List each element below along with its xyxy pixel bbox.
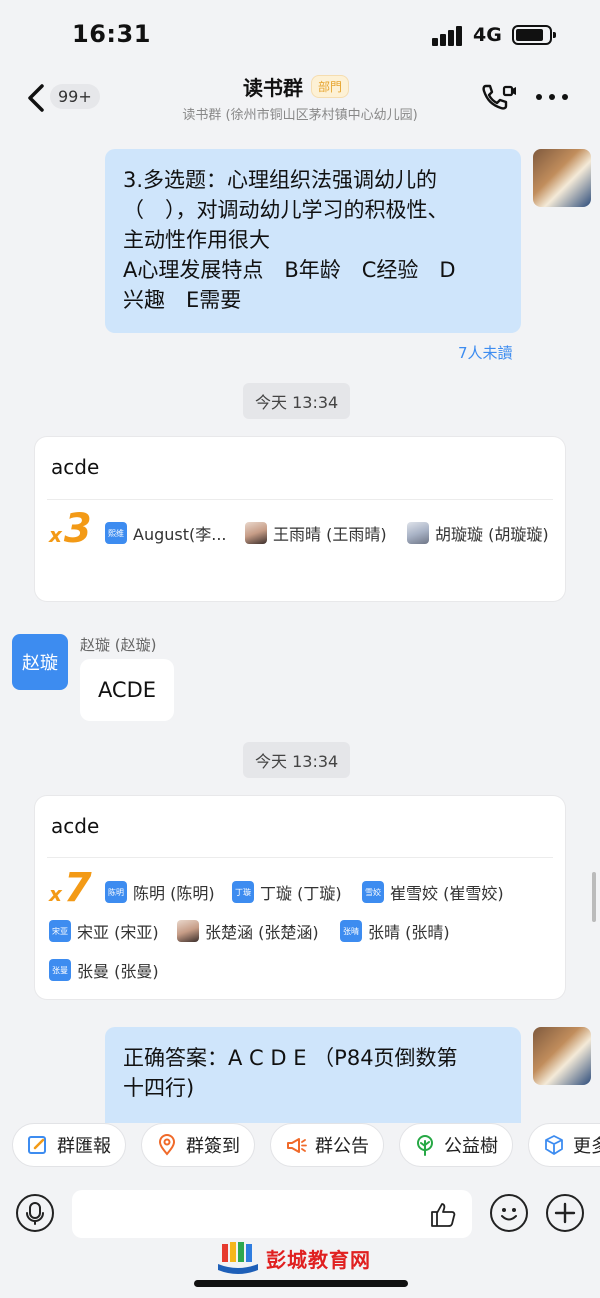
voter-item[interactable]: 张楚涵 (张楚涵) [177,919,319,943]
group-checkin-button[interactable]: 群簽到 [141,1123,255,1167]
message-line: 十四行) [123,1076,195,1100]
solitaire-card[interactable]: acde x3 熙维 August(李... 王雨晴 (王雨晴) 胡璇璇 (胡璇… [35,437,565,601]
watermark-text: 彭城教育网 [266,1247,371,1272]
card-title: acde [51,455,100,479]
voter-name: 丁璇 (丁璇) [260,884,342,903]
voter-item[interactable]: 王雨晴 (王雨晴) [245,521,387,545]
voter-avatar [407,522,429,544]
read-status[interactable]: 7人未讀 [458,342,513,363]
voice-button[interactable] [16,1194,54,1232]
more-actions-button[interactable]: 更多 [528,1123,600,1167]
department-tag: 部門 [311,75,350,98]
voter-name: August(李... [133,525,227,544]
watermark: 彭城教育网 [216,1240,371,1276]
message-input[interactable] [72,1190,472,1238]
voter-name: 张晴 (张晴) [368,923,450,942]
voter-item[interactable]: 丁璇 丁璇 (丁璇) [232,880,342,904]
divider [47,499,553,500]
charity-tree-button[interactable]: 公益樹 [399,1123,513,1167]
thumbs-up-icon[interactable] [428,1200,458,1230]
voter-avatar: 张晴 [340,920,362,942]
incoming-message[interactable]: ACDE [80,659,174,721]
voter-item[interactable]: 陈明 陈明 (陈明) [105,880,215,904]
answer-message[interactable]: 正确答案：A C D E （P84页倒数第 十四行) [105,1027,521,1123]
reply-count: x3 [49,506,92,552]
voter-item[interactable]: 张晴 张晴 (张晴) [340,919,450,943]
cube-icon [545,1135,563,1155]
book-logo-icon [218,1242,258,1274]
plus-icon [554,1202,576,1224]
voter-avatar: 宋亚 [49,920,71,942]
voter-name: 张楚涵 (张楚涵) [205,923,319,942]
voter-avatar: 陈明 [105,881,127,903]
sender-name: 赵璇 (赵璇) [80,636,157,654]
scrollbar[interactable] [592,872,596,922]
location-pin-icon [158,1134,176,1156]
status-bar: 16:31 4G [0,0,600,68]
chat-title-group[interactable]: 读书群 部門 [243,72,350,101]
battery-icon [512,25,556,45]
quick-action-label: 公益樹 [444,1136,498,1157]
voter-avatar: 雪姣 [362,881,384,903]
megaphone-icon [287,1138,307,1153]
card-title: acde [51,814,100,838]
message-line: 兴趣 E需要 [123,288,242,312]
voter-name: 胡璇璇 (胡璇璇) [435,525,549,544]
quick-action-label: 群公告 [315,1136,369,1157]
self-avatar[interactable] [533,1027,591,1085]
quick-actions: 群匯報 群簽到 群公告 公益樹 更多 [0,1123,600,1169]
voter-name: 崔雪姣 (崔雪姣) [390,884,504,903]
reply-count: x7 [49,865,92,911]
voter-item[interactable]: 张曼 张曼 (张曼) [49,958,159,982]
voter-name: 宋亚 (宋亚) [77,923,159,942]
timestamp: 今天 13:34 [243,383,351,419]
status-time: 16:31 [72,20,151,48]
chat-title: 读书群 [243,76,303,100]
voter-item[interactable]: 雪姣 崔雪姣 (崔雪姣) [362,880,504,904]
voter-item[interactable]: 胡璇璇 (胡璇璇) [407,521,549,545]
voter-avatar: 熙维 [105,522,127,544]
message-line: （ ），对调动幼儿学习的积极性、 [123,198,449,222]
question-message[interactable]: 3.多选题：心理组织法强调幼儿的 （ ），对调动幼儿学习的积极性、 主动性作用很… [105,149,521,333]
quick-action-label: 群匯報 [57,1136,111,1157]
more-icon[interactable] [536,94,568,102]
emoji-button[interactable] [490,1194,528,1232]
signal-icon [432,26,464,46]
message-line: 正确答案：A C D E （P84页倒数第 [123,1046,458,1070]
voter-item[interactable]: 宋亚 宋亚 (宋亚) [49,919,159,943]
sender-avatar[interactable]: 赵璇 [12,634,68,690]
home-indicator[interactable] [194,1280,408,1287]
voter-avatar [245,522,267,544]
voter-avatar: 丁璇 [232,881,254,903]
self-avatar[interactable] [533,149,591,207]
smiley-icon [501,1208,517,1221]
network-label: 4G [473,24,502,46]
quick-action-label: 更多 [573,1136,600,1157]
add-button[interactable] [546,1194,584,1232]
voter-name: 张曼 (张曼) [77,962,159,981]
call-icon[interactable] [480,82,516,112]
divider [47,857,553,858]
quick-action-label: 群簽到 [186,1136,240,1157]
microphone-icon [26,1202,44,1225]
timestamp: 今天 13:34 [243,742,351,778]
solitaire-card[interactable]: acde x7 陈明 陈明 (陈明) 丁璇 丁璇 (丁璇) 雪姣 崔雪姣 (崔雪… [35,796,565,999]
voter-name: 陈明 (陈明) [133,884,215,903]
voter-name: 王雨晴 (王雨晴) [273,525,387,544]
group-report-button[interactable]: 群匯報 [12,1123,126,1167]
group-notice-button[interactable]: 群公告 [270,1123,384,1167]
message-line: A心理发展特点 B年龄 C经验 D [123,258,456,282]
voter-avatar: 张曼 [49,959,71,981]
report-icon [28,1136,46,1154]
voter-avatar [177,920,199,942]
message-line: 3.多选题：心理组织法强调幼儿的 [123,168,438,192]
tree-icon [417,1135,433,1156]
chat-header: 99+ 读书群 部門 读书群 (徐州市铜山区茅村镇中心幼儿园) [0,68,600,130]
message-line: 主动性作用很大 [123,228,270,252]
voter-item[interactable]: 熙维 August(李... [105,521,227,545]
